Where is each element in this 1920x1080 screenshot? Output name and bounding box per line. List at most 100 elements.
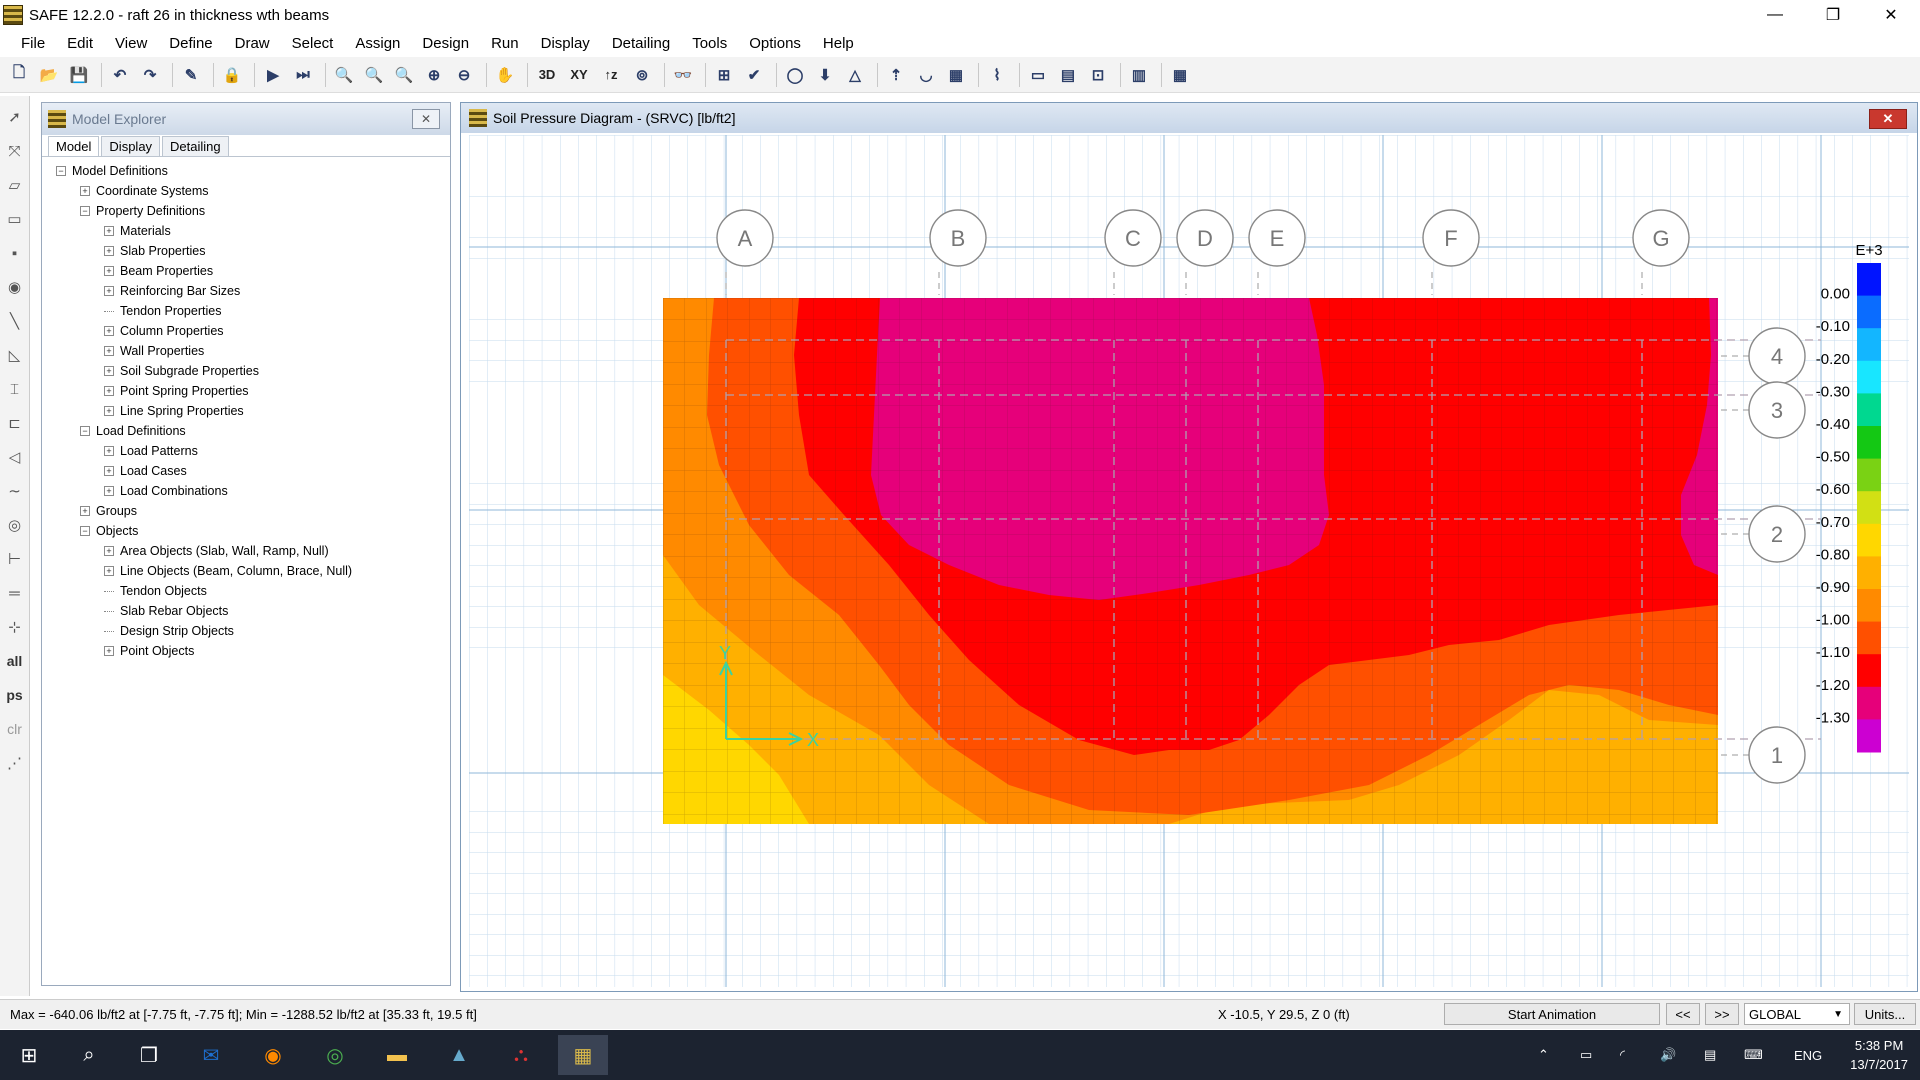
tree-node[interactable]: + Load Combinations	[42, 481, 450, 501]
pencil-icon[interactable]: ✎	[178, 62, 204, 88]
tree-node[interactable]: + Load Patterns	[42, 441, 450, 461]
draw-rectangle-icon[interactable]: ▭	[2, 206, 28, 232]
snap-icon[interactable]: ⊹	[2, 614, 28, 640]
menu-define[interactable]: Define	[158, 35, 223, 52]
next-step-button[interactable]: >>	[1705, 1003, 1739, 1025]
zoom-window-icon[interactable]: 🔍	[331, 62, 357, 88]
dimension-icon[interactable]: ⊢	[2, 546, 28, 572]
draw-tendon-icon[interactable]: ∼	[2, 478, 28, 504]
tree-node[interactable]: + Slab Properties	[42, 241, 450, 261]
draw-opening-icon[interactable]: ◉	[2, 274, 28, 300]
draw-column-icon[interactable]: ⌶	[2, 376, 28, 402]
menu-tools[interactable]: Tools	[681, 35, 738, 52]
run-all-icon[interactable]: ⏭	[290, 62, 316, 88]
tree-node[interactable]: Tendon Properties	[42, 301, 450, 321]
battery-icon[interactable]: ▭	[1580, 1030, 1592, 1080]
zoom-out-icon[interactable]: ⊖	[451, 62, 477, 88]
zoom-previous-icon[interactable]: 🔍	[391, 62, 417, 88]
intersecting-line-select-icon[interactable]: ⋰	[2, 750, 28, 776]
input-language[interactable]: ENG	[1794, 1030, 1822, 1080]
explorer-close-button[interactable]: ✕	[412, 109, 440, 129]
menu-select[interactable]: Select	[281, 35, 345, 52]
tree-node[interactable]: + Materials	[42, 221, 450, 241]
undo-icon[interactable]: ↶	[107, 62, 133, 88]
tree-node[interactable]: − Property Definitions	[42, 201, 450, 221]
tray-chevron-icon[interactable]: ⌃	[1538, 1030, 1549, 1080]
draw-strip-icon[interactable]: ═	[2, 580, 28, 606]
collapse-icon[interactable]: −	[80, 206, 90, 216]
task-view-icon[interactable]: ❐	[124, 1035, 174, 1075]
rotate-icon[interactable]: ⊚	[629, 62, 655, 88]
view-z-button[interactable]: ↑z	[597, 62, 625, 88]
menu-options[interactable]: Options	[738, 35, 812, 52]
zoom-in-icon[interactable]: ⊕	[421, 62, 447, 88]
tree-node[interactable]: + Coordinate Systems	[42, 181, 450, 201]
menu-run[interactable]: Run	[480, 35, 530, 52]
tree-node[interactable]: Tendon Objects	[42, 581, 450, 601]
keyboard-icon[interactable]: ⌨	[1744, 1030, 1763, 1080]
check-icon[interactable]: ✔	[741, 62, 767, 88]
collapse-icon[interactable]: −	[80, 426, 90, 436]
acrobat-icon[interactable]: ⛬	[496, 1035, 546, 1075]
run-icon[interactable]: ▶	[260, 62, 286, 88]
expand-icon[interactable]: +	[104, 386, 114, 396]
pan-hand-icon[interactable]: ✋	[492, 62, 518, 88]
reshape-icon[interactable]: ⤧	[2, 138, 28, 164]
menu-draw[interactable]: Draw	[224, 35, 281, 52]
deformed-shape-icon[interactable]: ⬇	[812, 62, 838, 88]
expand-icon[interactable]: +	[104, 406, 114, 416]
slab-forces-icon[interactable]: ▦	[943, 62, 969, 88]
pointer-icon[interactable]: ➚	[2, 104, 28, 130]
expand-icon[interactable]: +	[104, 546, 114, 556]
tree-node[interactable]: − Load Definitions	[42, 421, 450, 441]
expand-icon[interactable]: +	[104, 646, 114, 656]
file-explorer-icon[interactable]: ▬	[372, 1035, 422, 1075]
etabs-icon[interactable]: ▲	[434, 1035, 484, 1075]
drawing-icon[interactable]: ▥	[1126, 62, 1152, 88]
expand-icon[interactable]: +	[104, 226, 114, 236]
reactions-icon[interactable]: ⇡	[883, 62, 909, 88]
draw-wall-icon[interactable]: ⊏	[2, 410, 28, 436]
expand-icon[interactable]: +	[104, 246, 114, 256]
detailing-icon[interactable]: ▤	[1055, 62, 1081, 88]
expand-icon[interactable]: +	[80, 186, 90, 196]
expand-icon[interactable]: +	[104, 486, 114, 496]
save-icon[interactable]: 💾	[66, 62, 92, 88]
tree-node[interactable]: + Soil Subgrade Properties	[42, 361, 450, 381]
tree-node[interactable]: + Wall Properties	[42, 341, 450, 361]
new-file-icon[interactable]: 🗋	[6, 62, 32, 88]
tree-node[interactable]: Design Strip Objects	[42, 621, 450, 641]
windows-start-icon[interactable]: ⊞	[4, 1035, 54, 1075]
safe-taskbar-icon[interactable]: ▦	[558, 1035, 608, 1075]
wifi-icon[interactable]: ◜	[1620, 1030, 1625, 1080]
expand-icon[interactable]: +	[104, 566, 114, 576]
tree-node[interactable]: + Point Spring Properties	[42, 381, 450, 401]
draw-point-icon[interactable]: ◎	[2, 512, 28, 538]
diagram-close-button[interactable]: ✕	[1869, 109, 1907, 129]
tendon-icon[interactable]: ▭	[1025, 62, 1051, 88]
expand-icon[interactable]: +	[80, 506, 90, 516]
soil-pressure-plot[interactable]: A B C D E F G 4 3 2 1 X Y E+3 0.00-0.10-…	[469, 135, 1909, 987]
view-3d-button[interactable]: 3D	[533, 62, 561, 88]
chrome-icon[interactable]: ◎	[310, 1035, 360, 1075]
tree-node[interactable]: + Groups	[42, 501, 450, 521]
collapse-icon[interactable]: −	[56, 166, 66, 176]
redo-icon[interactable]: ↷	[137, 62, 163, 88]
previous-step-button[interactable]: <<	[1666, 1003, 1700, 1025]
coordinate-system-select[interactable]: GLOBAL ▼	[1744, 1003, 1850, 1025]
tree-node[interactable]: + Line Objects (Beam, Column, Brace, Null…	[42, 561, 450, 581]
expand-icon[interactable]: +	[104, 346, 114, 356]
collapse-icon[interactable]: −	[80, 526, 90, 536]
quick-draw-area-icon[interactable]: ▪	[2, 240, 28, 266]
tree-node[interactable]: + Beam Properties	[42, 261, 450, 281]
notifications-icon[interactable]: ▤	[1704, 1030, 1716, 1080]
expand-icon[interactable]: +	[104, 266, 114, 276]
tree-node[interactable]: − Objects	[42, 521, 450, 541]
tree-node[interactable]: + Area Objects (Slab, Wall, Ramp, Null)	[42, 541, 450, 561]
menu-edit[interactable]: Edit	[56, 35, 104, 52]
menu-view[interactable]: View	[104, 35, 158, 52]
tree-node[interactable]: − Model Definitions	[42, 161, 450, 181]
start-animation-button[interactable]: Start Animation	[1444, 1003, 1660, 1025]
expand-icon[interactable]: +	[104, 326, 114, 336]
draw-area-icon[interactable]: ▱	[2, 172, 28, 198]
